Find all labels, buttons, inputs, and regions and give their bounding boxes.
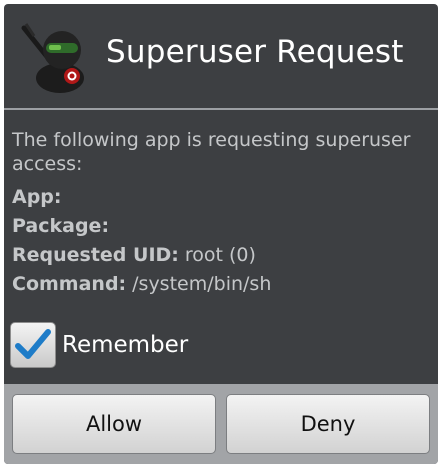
deny-button[interactable]: Deny	[226, 394, 430, 454]
dialog-body: The following app is requesting superuse…	[12, 128, 432, 295]
superuser-ninja-icon	[16, 16, 96, 96]
allow-button[interactable]: Allow	[12, 394, 216, 454]
field-command-label: Command:	[12, 273, 127, 295]
field-requested-uid-label: Requested UID:	[12, 244, 179, 266]
field-requested-uid-value: root (0)	[184, 244, 256, 266]
field-package-label: Package:	[12, 215, 110, 237]
remember-label[interactable]: Remember	[62, 332, 188, 358]
header-divider	[4, 108, 438, 110]
button-bar: Allow Deny	[4, 384, 438, 464]
dialog-header: Superuser Request	[4, 4, 438, 108]
field-app-label: App:	[12, 186, 62, 208]
remember-option[interactable]: Remember	[10, 322, 210, 372]
request-message: The following app is requesting superuse…	[12, 129, 411, 175]
remember-checkbox[interactable]	[10, 322, 56, 368]
checkmark-icon	[15, 329, 51, 359]
dialog-title: Superuser Request	[106, 34, 404, 70]
superuser-request-dialog: Superuser Request The following app is r…	[4, 4, 438, 464]
field-app: App:	[12, 185, 68, 213]
field-requested-uid: Requested UID: root (0)	[12, 243, 256, 271]
field-command: Command:/system/bin/sh	[12, 272, 271, 300]
field-package: Package:	[12, 214, 115, 242]
field-command-value: /system/bin/sh	[132, 273, 272, 295]
